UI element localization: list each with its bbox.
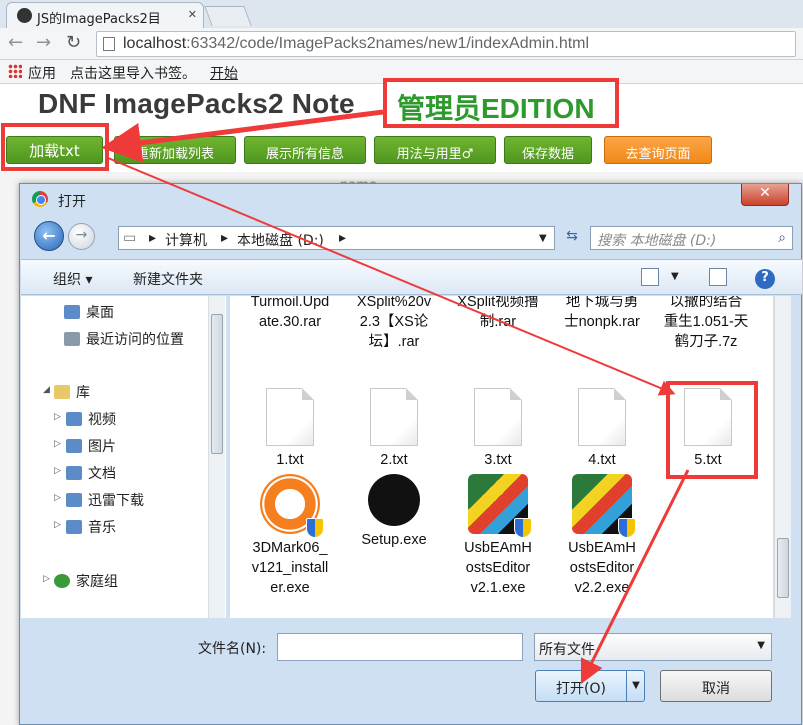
arrow-edition-to-load — [101, 109, 384, 163]
arrow-load-to-5txt — [107, 157, 676, 396]
annotation-arrows — [101, 109, 690, 685]
arrow-5txt-to-open — [580, 469, 690, 685]
